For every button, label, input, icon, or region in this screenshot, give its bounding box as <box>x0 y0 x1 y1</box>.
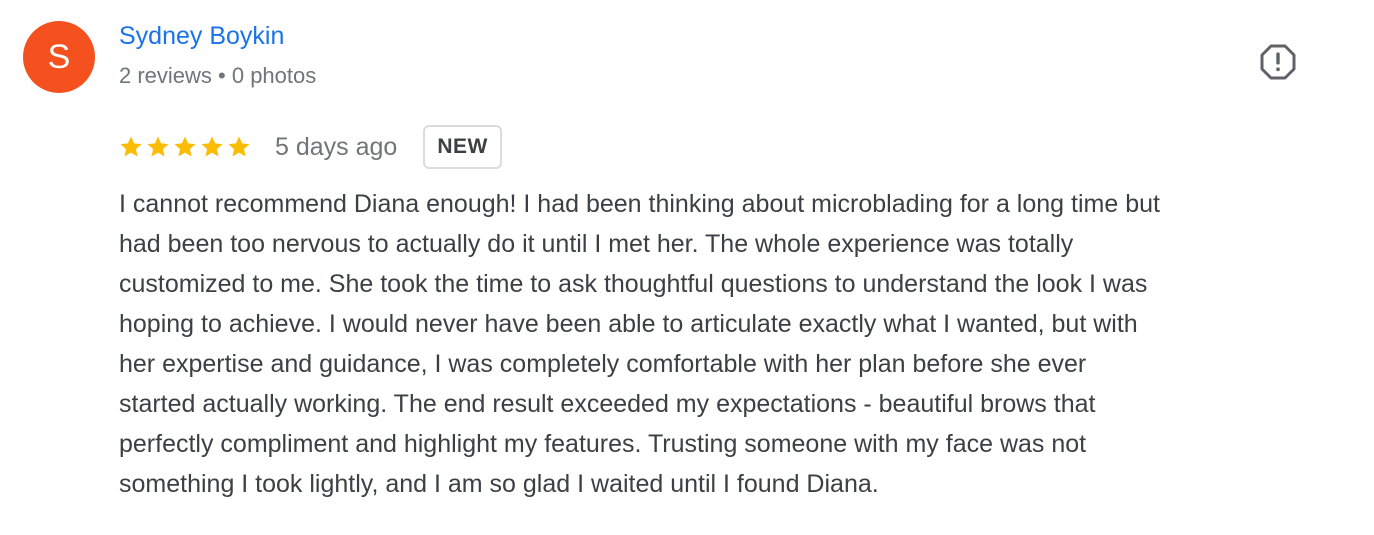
report-flag-icon <box>1260 44 1296 80</box>
star-icon <box>228 136 250 157</box>
rating-row: 5 days ago NEW <box>119 122 502 172</box>
review-text-line: perfectly compliment and highlight my fe… <box>119 430 1087 458</box>
review-text-line: started actually working. The end result… <box>119 390 1096 418</box>
review-text-line: had been too nervous to actually do it u… <box>119 230 1074 258</box>
star-rating <box>119 135 251 159</box>
reviewer-meta: 2 reviews • 0 photos <box>119 63 317 88</box>
avatar-letter: S <box>47 37 71 76</box>
review-text-line: I cannot recommend Diana enough! I had b… <box>119 190 1160 218</box>
star-icon <box>147 136 169 157</box>
review-text: I cannot recommend Diana enough! I had b… <box>119 184 1339 504</box>
report-button[interactable] <box>1258 42 1298 82</box>
review-card: S Sydney Boykin 2 reviews • 0 photos 5 d… <box>0 0 1374 535</box>
review-text-line: something I took lightly, and I am so gl… <box>119 470 879 498</box>
star-icon <box>120 136 142 157</box>
review-date: 5 days ago <box>275 132 398 161</box>
new-badge: NEW <box>423 125 502 169</box>
review-text-line: her expertise and guidance, I was comple… <box>119 350 1087 378</box>
star-icon <box>201 136 223 157</box>
reviewer-name-link[interactable]: Sydney Boykin <box>119 22 284 51</box>
review-text-line: customized to me. She took the time to a… <box>119 270 1148 298</box>
star-icon <box>174 136 196 157</box>
avatar[interactable]: S <box>23 21 95 93</box>
review-text-line: hoping to achieve. I would never have be… <box>119 310 1138 338</box>
